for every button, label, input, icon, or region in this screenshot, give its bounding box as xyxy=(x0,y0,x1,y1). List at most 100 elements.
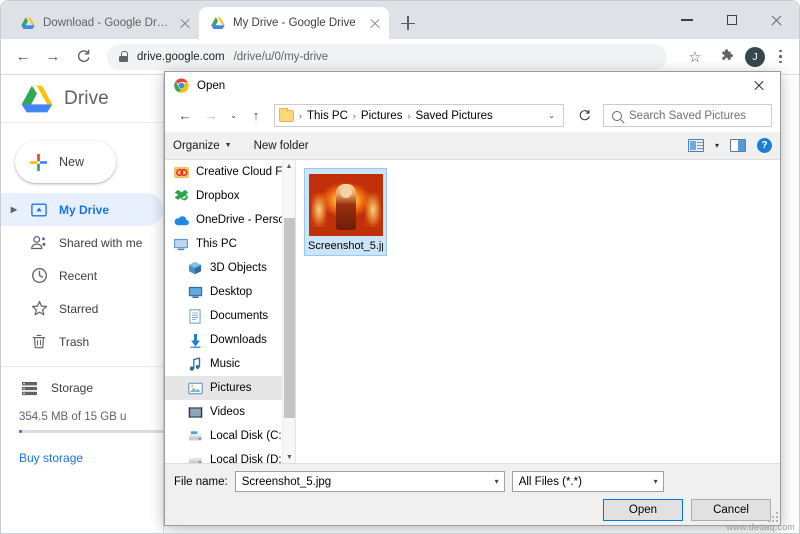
reload-button[interactable] xyxy=(69,43,97,71)
new-button[interactable]: New xyxy=(15,141,116,183)
dialog-forward-button[interactable]: → xyxy=(199,104,223,128)
profile-avatar[interactable]: J xyxy=(745,46,765,67)
chrome-icon xyxy=(174,78,189,93)
tree-item-label: Videos xyxy=(210,406,245,418)
browser-tab-download[interactable]: Download - Google Drive xyxy=(9,7,199,39)
downloads-icon xyxy=(187,332,203,348)
tree-item-documents[interactable]: Documents xyxy=(165,304,295,328)
tree-item-music[interactable]: Music xyxy=(165,352,295,376)
chevron-down-icon: ⌄ xyxy=(230,111,237,120)
scroll-down-icon[interactable]: ▼ xyxy=(283,451,295,463)
tree-item-videos[interactable]: Videos xyxy=(165,400,295,424)
breadcrumb-dropdown-icon[interactable]: ⌄ xyxy=(548,111,559,120)
chrome-menu-button[interactable] xyxy=(769,46,791,68)
sidebar-item-label: Trash xyxy=(59,334,90,349)
onedrive-icon xyxy=(173,212,189,228)
search-input[interactable]: Search Saved Pictures xyxy=(603,104,772,127)
tree-item-creative-cloud[interactable]: Creative Cloud Fil xyxy=(165,160,295,184)
cancel-button[interactable]: Cancel xyxy=(691,499,771,521)
sidebar-item-starred[interactable]: Starred xyxy=(1,292,163,325)
arrow-left-icon: ← xyxy=(15,48,31,65)
shared-with-me-icon xyxy=(29,233,49,253)
new-button-label: New xyxy=(59,155,85,169)
file-list-pane[interactable]: Screenshot_5.jpg xyxy=(295,160,780,463)
chevron-down-icon[interactable]: ▾ xyxy=(654,477,663,486)
dialog-recent-locations-button[interactable]: ⌄ xyxy=(225,104,242,128)
drive-logo-row[interactable]: Drive xyxy=(1,75,163,123)
new-tab-button[interactable] xyxy=(395,10,421,36)
star-icon: ☆ xyxy=(688,48,702,66)
tree-item-pictures[interactable]: Pictures xyxy=(165,376,295,400)
sidebar-item-trash[interactable]: Trash xyxy=(1,325,163,358)
arrow-up-icon: ↑ xyxy=(252,108,260,123)
tab-close-icon[interactable] xyxy=(367,15,383,31)
sidebar-item-my-drive[interactable]: ▶ My Drive xyxy=(1,193,163,226)
tree-item-local-disk-c[interactable]: Local Disk (C:) xyxy=(165,424,295,448)
forward-button[interactable]: → xyxy=(39,43,67,71)
storage-usage-text: 354.5 MB of 15 GB u xyxy=(19,411,127,423)
tree-item-local-disk-d[interactable]: Local Disk (D:) xyxy=(165,448,295,463)
file-name-input[interactable]: Screenshot_5.jpg ▾ xyxy=(234,471,505,492)
help-icon[interactable]: ? xyxy=(757,138,772,153)
toolbar-right-actions: ☆ J xyxy=(681,43,791,71)
back-button[interactable]: ← xyxy=(9,43,37,71)
tree-item-this-pc[interactable]: This PC xyxy=(165,232,295,256)
storage-icon xyxy=(19,378,39,398)
sidebar-item-storage[interactable]: Storage xyxy=(1,373,163,403)
my-drive-icon xyxy=(29,200,49,220)
view-options-caret-icon[interactable]: ▾ xyxy=(715,141,719,150)
dialog-back-button[interactable]: ← xyxy=(173,104,197,128)
breadcrumb[interactable]: › This PC › Pictures › Saved Pictures ⌄ xyxy=(274,104,564,127)
scroll-up-icon[interactable]: ▲ xyxy=(283,160,295,173)
new-folder-label: New folder xyxy=(253,139,309,152)
sidebar-item-recent[interactable]: Recent xyxy=(1,259,163,292)
sidebar-item-label: Shared with me xyxy=(59,235,143,250)
breadcrumb-item-pictures[interactable]: Pictures xyxy=(361,110,403,122)
file-type-select[interactable]: All Files (*.*) ▾ xyxy=(511,471,664,492)
tree-item-label: Local Disk (C:) xyxy=(210,430,286,442)
chevron-right-icon[interactable]: ▶ xyxy=(9,205,19,214)
desktop-icon xyxy=(187,284,203,300)
tree-scrollbar[interactable]: ▲ ▼ xyxy=(282,160,295,463)
tab-close-icon[interactable] xyxy=(177,15,193,31)
tree-item-onedrive[interactable]: OneDrive - Person xyxy=(165,208,295,232)
reload-icon xyxy=(77,49,89,63)
file-name-row: File name: Screenshot_5.jpg ▾ All Files … xyxy=(165,464,780,492)
bookmark-star-button[interactable]: ☆ xyxy=(681,43,709,71)
breadcrumb-item-this-pc[interactable]: This PC xyxy=(307,110,348,122)
puzzle-piece-icon xyxy=(722,48,733,60)
buy-storage-link[interactable]: Buy storage xyxy=(19,451,163,465)
minimize-button[interactable] xyxy=(664,4,709,36)
dialog-up-button[interactable]: ↑ xyxy=(244,104,268,128)
chevron-down-icon[interactable]: ▾ xyxy=(495,477,504,486)
open-button[interactable]: Open xyxy=(603,499,683,521)
resize-grip[interactable] xyxy=(766,510,778,522)
dialog-close-button[interactable] xyxy=(738,72,780,99)
file-item-screenshot-5[interactable]: Screenshot_5.jpg xyxy=(304,168,387,256)
dialog-refresh-button[interactable] xyxy=(572,104,597,127)
preview-pane-icon[interactable] xyxy=(730,139,746,152)
trash-icon xyxy=(29,332,49,352)
tree-item-dropbox[interactable]: Dropbox xyxy=(165,184,295,208)
kebab-dot xyxy=(779,49,782,53)
tree-item-3d-objects[interactable]: 3D Objects xyxy=(165,256,295,280)
tree-item-downloads[interactable]: Downloads xyxy=(165,328,295,352)
extensions-button[interactable] xyxy=(713,43,741,71)
tree-item-desktop[interactable]: Desktop xyxy=(165,280,295,304)
dialog-footer: File name: Screenshot_5.jpg ▾ All Files … xyxy=(165,464,780,524)
breadcrumb-item-saved-pictures[interactable]: Saved Pictures xyxy=(415,110,492,122)
tree-item-label: Desktop xyxy=(210,286,253,298)
chevron-down-icon: ▼ xyxy=(224,142,232,149)
maximize-button[interactable] xyxy=(709,4,754,36)
browser-tab-my-drive[interactable]: My Drive - Google Drive xyxy=(199,7,389,39)
tree-item-label: Downloads xyxy=(210,334,267,346)
organize-button[interactable]: Organize ▼ xyxy=(173,140,232,152)
new-folder-button[interactable]: New folder xyxy=(254,140,309,152)
sidebar-item-shared-with-me[interactable]: Shared with me xyxy=(1,226,163,259)
scrollbar-thumb[interactable] xyxy=(284,218,295,418)
url-path: /drive/u/0/my-drive xyxy=(233,50,329,63)
view-options-icon[interactable] xyxy=(687,139,704,152)
address-bar[interactable]: drive.google.com/drive/u/0/my-drive xyxy=(107,43,667,70)
window-close-button[interactable] xyxy=(754,4,799,36)
dialog-title: Open xyxy=(197,79,226,92)
